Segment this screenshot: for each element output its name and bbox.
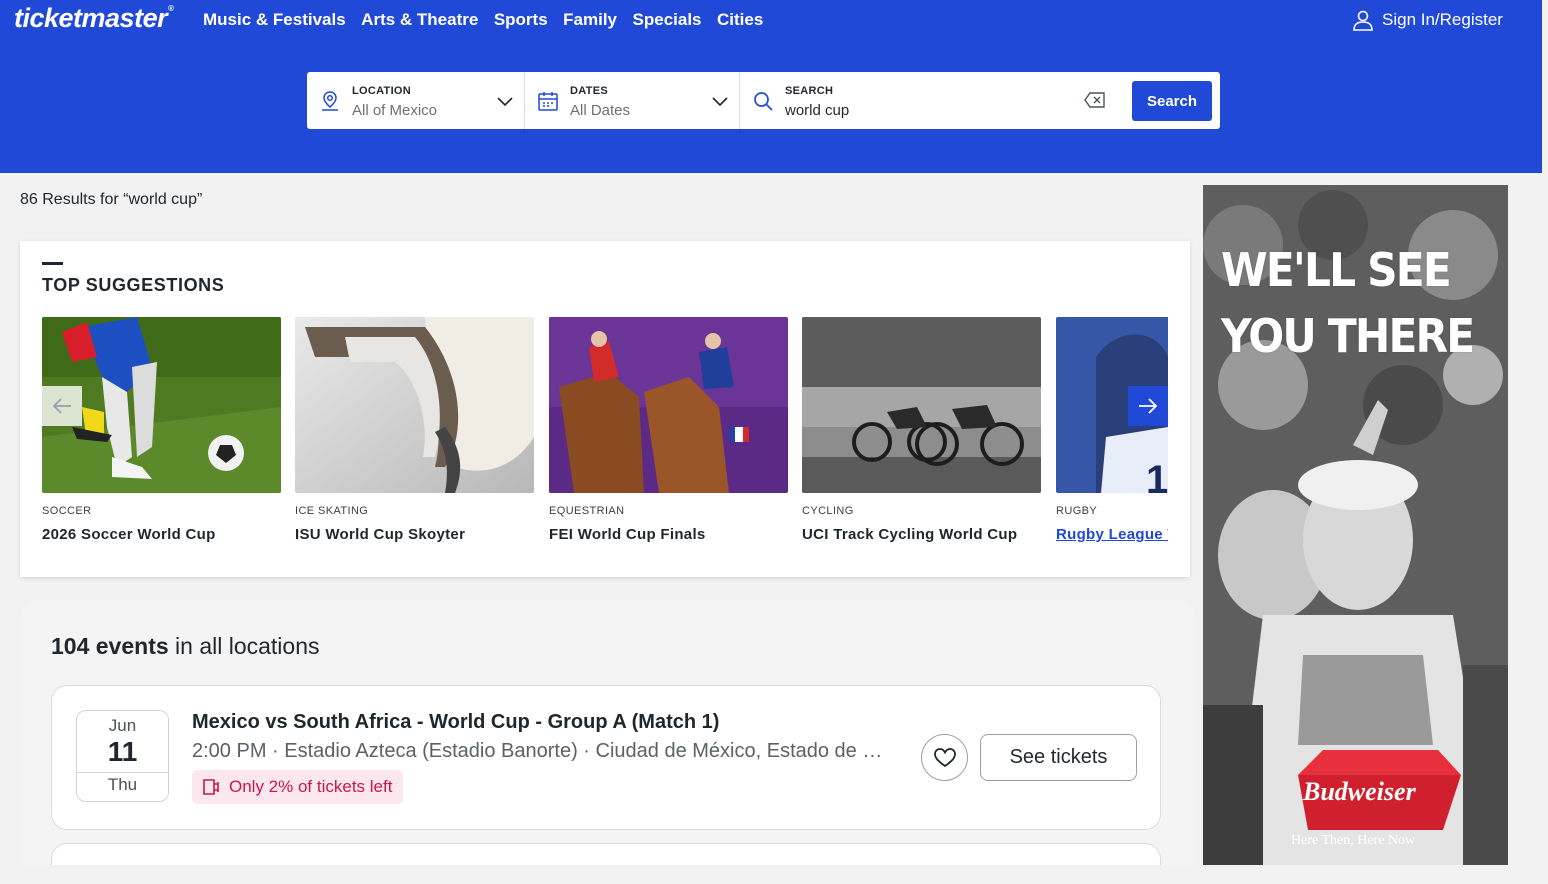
event-weekday: Thu [107, 775, 138, 794]
nav-cities[interactable]: Cities [717, 10, 763, 30]
location-selector[interactable]: LOCATION All of Mexico [307, 72, 525, 129]
chevron-down-icon [712, 97, 728, 107]
user-icon [1353, 10, 1373, 31]
suggestion-category: CYCLING [802, 505, 854, 517]
suggestion-name[interactable]: Rugby League World Cup [1056, 526, 1168, 543]
event-date: Jun 11 Thu [76, 710, 169, 802]
suggestion-category: ICE SKATING [295, 505, 369, 517]
favorite-button[interactable] [921, 734, 968, 781]
signin-link[interactable]: Sign In/Register [1352, 9, 1503, 31]
scarcity-text: Only 2% of tickets left [229, 777, 393, 796]
nav-family[interactable]: Family [563, 10, 617, 30]
nav-arts-theatre[interactable]: Arts & Theatre [361, 10, 478, 30]
equestrian-image [549, 317, 788, 493]
nav-specials[interactable]: Specials [633, 10, 702, 30]
nav-sports[interactable]: Sports [494, 10, 548, 30]
event-card-next[interactable] [51, 843, 1161, 865]
budweiser-ad[interactable]: WE'LL SEE YOU THERE Budweiser Here Then,… [1203, 185, 1508, 865]
suggestion-name[interactable]: UCI Track Cycling World Cup [802, 526, 1041, 543]
search-bar: LOCATION All of Mexico DATES All Dates S… [307, 72, 1220, 129]
search-input[interactable]: world cup [785, 102, 849, 119]
top-suggestions-card: TOP SUGGESTIONS SOCCER 2026 Soccer World… [20, 241, 1190, 577]
see-tickets-button[interactable]: See tickets [980, 734, 1137, 781]
chevron-down-icon [497, 97, 513, 107]
search-label: SEARCH [785, 85, 834, 97]
event-details: 2:00 PM · Estadio Azteca (Estadio Banort… [192, 740, 897, 762]
suggestions-carousel: SOCCER 2026 Soccer World Cup ICE SKATING… [42, 317, 1168, 557]
ticketmaster-logo[interactable]: ticketmaster® [14, 3, 174, 34]
suggestion-tile-rugby[interactable]: 1 RUGBY Rugby League World Cup [1056, 317, 1168, 543]
suggestion-name[interactable]: FEI World Cup Finals [549, 526, 788, 543]
search-button[interactable]: Search [1132, 81, 1212, 121]
suggestion-name[interactable]: ISU World Cup Skoyter [295, 526, 534, 543]
location-label: LOCATION [352, 85, 412, 97]
events-count-heading: 104 events in all locations [51, 633, 320, 659]
header-hero: ticketmaster® Music & Festivals Arts & T… [0, 0, 1542, 173]
nav-music-festivals[interactable]: Music & Festivals [203, 10, 346, 30]
dates-value: All Dates [570, 102, 631, 119]
main-nav: Music & Festivals Arts & Theatre Sports … [203, 10, 779, 30]
dates-label: DATES [570, 85, 608, 97]
suggestion-tile-equestrian[interactable]: EQUESTRIAN FEI World Cup Finals [549, 317, 788, 543]
arrow-right-icon [1139, 398, 1158, 414]
heart-icon [933, 747, 956, 767]
suggestion-tile-soccer[interactable]: SOCCER 2026 Soccer World Cup [42, 317, 281, 543]
calendar-icon [538, 92, 558, 111]
budweiser-logo: Budweiser [1303, 777, 1416, 806]
events-panel: 104 events in all locations Jun 11 Thu M… [20, 603, 1196, 865]
arrow-left-icon [52, 398, 71, 414]
scarcity-badge: Only 2% of tickets left [192, 770, 404, 804]
ticket-icon [203, 779, 219, 795]
location-pin-icon [322, 91, 338, 111]
section-accent-bar [42, 262, 63, 265]
dates-selector[interactable]: DATES All Dates [525, 72, 740, 129]
ice-skate-image [295, 317, 534, 493]
suggestion-tile-cycling[interactable]: CYCLING UCI Track Cycling World Cup [802, 317, 1041, 543]
cycling-image [802, 317, 1041, 493]
event-month: Jun [108, 716, 137, 735]
carousel-next-button[interactable] [1128, 386, 1168, 426]
results-count: 86 Results for “world cup” [20, 191, 203, 208]
search-icon [754, 92, 773, 111]
ad-headline: WE'LL SEE YOU THERE [1221, 243, 1475, 363]
signin-label: Sign In/Register [1382, 10, 1503, 29]
search-field[interactable]: SEARCH world cup Search [740, 72, 1220, 129]
event-day: 11 [107, 736, 138, 767]
event-card[interactable]: Jun 11 Thu Mexico vs South Africa - Worl… [51, 685, 1161, 830]
clear-search-icon[interactable] [1084, 91, 1106, 109]
suggestion-name[interactable]: 2026 Soccer World Cup [42, 526, 281, 543]
suggestion-category: SOCCER [42, 505, 92, 517]
svg-text:1: 1 [1146, 458, 1168, 493]
ad-tagline: Here Then, Here Now [1291, 833, 1416, 848]
suggestions-title: TOP SUGGESTIONS [42, 275, 225, 295]
date-divider [77, 772, 168, 773]
suggestion-category: RUGBY [1056, 505, 1098, 517]
carousel-prev-button[interactable] [42, 386, 82, 426]
location-value: All of Mexico [352, 102, 438, 119]
suggestion-tile-ice-skating[interactable]: ICE SKATING ISU World Cup Skoyter [295, 317, 534, 543]
event-title[interactable]: Mexico vs South Africa - World Cup - Gro… [192, 711, 719, 734]
suggestion-category: EQUESTRIAN [549, 505, 625, 517]
